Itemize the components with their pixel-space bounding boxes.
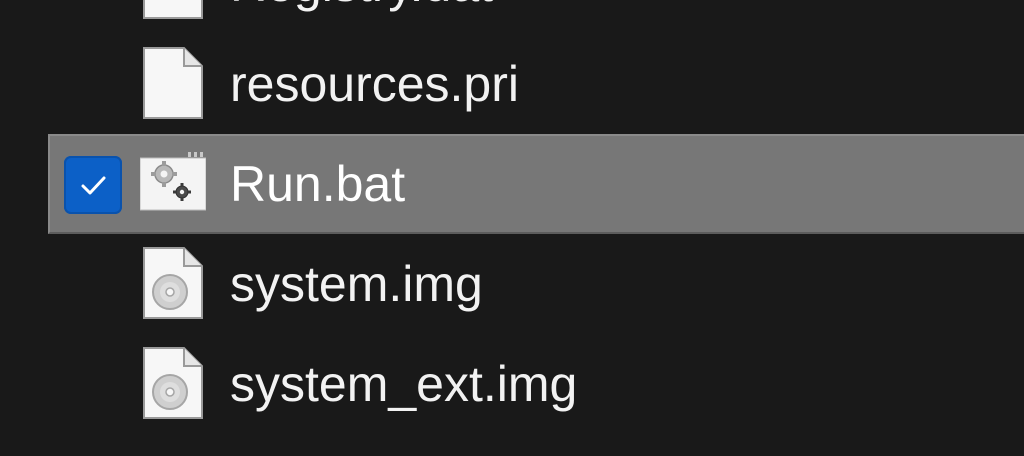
generic-file-icon [140, 0, 206, 20]
file-row-system-ext-img[interactable]: system_ext.img [0, 334, 1024, 434]
file-row-registry-dat[interactable]: Registry.dat [0, 0, 1024, 34]
file-name: Run.bat [230, 156, 406, 212]
generic-file-icon [140, 46, 206, 120]
checkmark-icon [81, 176, 106, 195]
file-row-run-bat[interactable]: Run.bat [0, 134, 1024, 234]
file-list: Registry.dat resources.pri [0, 0, 1024, 434]
disc-image-file-icon [140, 346, 206, 420]
batch-file-icon [140, 152, 206, 226]
row-checkbox[interactable] [64, 156, 122, 214]
file-name: resources.pri [230, 56, 519, 112]
file-row-system-img[interactable]: system.img [0, 234, 1024, 334]
file-name: Registry.dat [230, 0, 493, 14]
file-name: system_ext.img [230, 356, 578, 412]
file-name: system.img [230, 256, 483, 312]
file-row-resources-pri[interactable]: resources.pri [0, 34, 1024, 134]
disc-image-file-icon [140, 246, 206, 320]
